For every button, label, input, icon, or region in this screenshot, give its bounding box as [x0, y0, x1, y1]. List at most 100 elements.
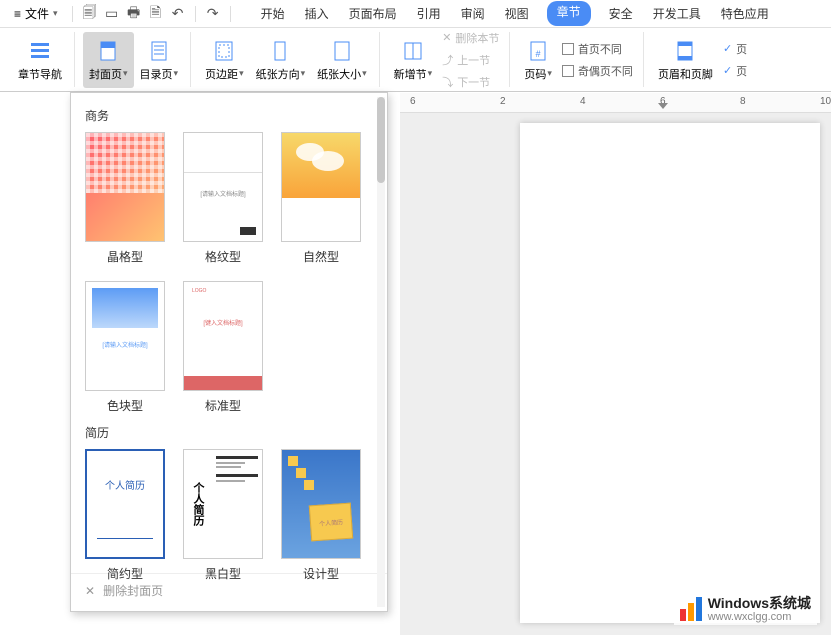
- tab-reference[interactable]: 引用: [415, 1, 443, 26]
- first-diff-label: 首页不同: [578, 41, 622, 57]
- template-thumbnail: [281, 132, 361, 242]
- watermark-logo-icon: [680, 597, 702, 621]
- cover-page-button[interactable]: 封面页▾: [83, 32, 134, 88]
- ribbon-group-pages: 封面页▾ 目录页▾: [77, 32, 191, 87]
- template-item-nature[interactable]: 自然型: [281, 132, 361, 265]
- section-title-resume: 简历: [85, 424, 377, 441]
- tab-special[interactable]: 特色应用: [719, 1, 771, 26]
- section-nav-label: 章节导航: [18, 66, 62, 82]
- template-label: 晶格型: [107, 248, 143, 265]
- odd-even-diff-check[interactable]: 奇偶页不同: [562, 62, 633, 80]
- tab-start[interactable]: 开始: [259, 1, 287, 26]
- template-item-colorblock[interactable]: [请输入文档标题] 色块型: [85, 281, 165, 414]
- header-footer-button[interactable]: 页眉和页脚: [652, 32, 719, 88]
- first-diff-check[interactable]: 首页不同: [562, 40, 633, 58]
- template-label: 黑白型: [205, 565, 241, 582]
- watermark-url: www.wxclgg.com: [708, 611, 811, 623]
- open-icon[interactable]: ▭: [103, 5, 121, 23]
- redo-icon[interactable]: ↷: [204, 5, 222, 23]
- page-number-button[interactable]: # 页码▾: [518, 32, 558, 88]
- ribbon-group-nav: 章节导航: [6, 32, 75, 87]
- template-item-bw[interactable]: 个人简历 黑白型: [183, 449, 263, 582]
- tab-page-layout[interactable]: 页面布局: [347, 1, 399, 26]
- next-section-button: ⤵ 下一节: [442, 73, 499, 91]
- margin-button[interactable]: 页边距▾: [199, 32, 250, 88]
- toc-page-icon: [146, 38, 172, 64]
- hamburger-icon: ≡: [14, 7, 21, 21]
- template-label: 简约型: [107, 565, 143, 582]
- save-icon[interactable]: 🗐: [81, 5, 99, 23]
- ruler-num: 6: [410, 96, 416, 107]
- page-toggle-1[interactable]: ✓ 页: [723, 40, 747, 58]
- paper-size-icon: [329, 38, 355, 64]
- horizontal-ruler[interactable]: 6 2 4 6 8 10: [400, 93, 831, 113]
- tab-section[interactable]: 章节: [547, 1, 591, 26]
- thumb-placeholder: [请输入文档标题]: [184, 187, 262, 200]
- preview-icon[interactable]: 🗎: [147, 5, 165, 23]
- tab-dev-tools[interactable]: 开发工具: [651, 1, 703, 26]
- section-nav-button[interactable]: 章节导航: [12, 32, 68, 88]
- next-section-label: 下一节: [457, 74, 490, 90]
- chevron-down-icon: ▾: [123, 68, 128, 79]
- toc-page-button[interactable]: 目录页▾: [134, 32, 185, 88]
- undo-icon[interactable]: ↶: [169, 5, 187, 23]
- separator: [72, 6, 73, 22]
- tab-insert[interactable]: 插入: [303, 1, 331, 26]
- pagenum-stack: 首页不同 奇偶页不同: [558, 38, 637, 82]
- new-section-button[interactable]: 新增节▾: [388, 32, 439, 88]
- template-thumbnail: 个人简历: [281, 449, 361, 559]
- thumb-title: 个人简历: [87, 477, 163, 492]
- section-nav-icon: [27, 38, 53, 64]
- next-section-icon: ⤵: [442, 74, 453, 90]
- print-icon[interactable]: 🖶: [125, 5, 143, 23]
- template-item-grid[interactable]: [请输入文档标题] 格纹型: [183, 132, 263, 265]
- tab-review[interactable]: 审阅: [459, 1, 487, 26]
- thumb-title: 个人简历: [184, 450, 212, 558]
- new-section-label: 新增节: [394, 66, 427, 82]
- template-item-standard[interactable]: LOGO [键入文档标题] 标准型: [183, 281, 263, 414]
- chevron-down-icon: ▾: [239, 68, 244, 79]
- template-item-simple[interactable]: 个人简历 简约型: [85, 449, 165, 582]
- section-stack: ✕ 删除本节 ⤴ 上一节 ⤵ 下一节: [438, 27, 503, 93]
- file-menu[interactable]: ≡ 文件 ▾: [8, 3, 64, 24]
- template-item-design[interactable]: 个人简历 设计型: [281, 449, 361, 582]
- scrollbar-thumb[interactable]: [377, 97, 385, 183]
- checkbox-icon: [562, 65, 574, 77]
- document-canvas[interactable]: [400, 113, 831, 635]
- header-footer-icon: [672, 38, 698, 64]
- delete-cover-label[interactable]: 删除封面页: [103, 582, 163, 599]
- page-toggle-label-2: 页: [736, 63, 747, 79]
- page-toggle-2[interactable]: ✓ 页: [723, 62, 747, 80]
- delete-section-label: 删除本节: [455, 30, 499, 46]
- orientation-button[interactable]: 纸张方向▾: [250, 32, 312, 88]
- ruler-indent-marker[interactable]: [658, 103, 668, 109]
- chevron-down-icon: ▾: [53, 8, 58, 19]
- template-thumbnail: LOGO [键入文档标题]: [183, 281, 263, 391]
- file-label: 文件: [25, 5, 49, 22]
- delete-section-icon: ✕: [442, 31, 451, 44]
- template-label: 格纹型: [205, 248, 241, 265]
- document-page[interactable]: [520, 123, 820, 623]
- template-thumbnail: 个人简历: [85, 449, 165, 559]
- tab-view[interactable]: 视图: [503, 1, 531, 26]
- ribbon-group-headerfooter: 页眉和页脚 ✓ 页 ✓ 页: [646, 32, 757, 87]
- prev-section-icon: ⤴: [442, 52, 453, 68]
- margin-label: 页边距: [205, 66, 238, 82]
- chevron-down-icon: ▾: [362, 68, 367, 79]
- page-toggle-label: 页: [736, 41, 747, 57]
- template-item-lattice[interactable]: 晶格型: [85, 132, 165, 265]
- ribbon-group-section: 新增节▾ ✕ 删除本节 ⤴ 上一节 ⤵ 下一节: [382, 32, 511, 87]
- chevron-down-icon: ▾: [428, 68, 433, 79]
- new-section-icon: [400, 38, 426, 64]
- thumb-placeholder: [请输入文档标题]: [86, 338, 164, 351]
- ruler-num: 4: [580, 96, 586, 107]
- paper-size-label: 纸张大小: [317, 66, 361, 82]
- orientation-icon: [267, 38, 293, 64]
- ruler-num: 2: [500, 96, 506, 107]
- paper-size-button[interactable]: 纸张大小▾: [311, 32, 373, 88]
- prev-section-button: ⤴ 上一节: [442, 51, 499, 69]
- thumb-title: 个人简历: [309, 503, 353, 542]
- delete-cover-icon: ✕: [85, 584, 95, 598]
- tab-security[interactable]: 安全: [607, 1, 635, 26]
- odd-even-diff-label: 奇偶页不同: [578, 63, 633, 79]
